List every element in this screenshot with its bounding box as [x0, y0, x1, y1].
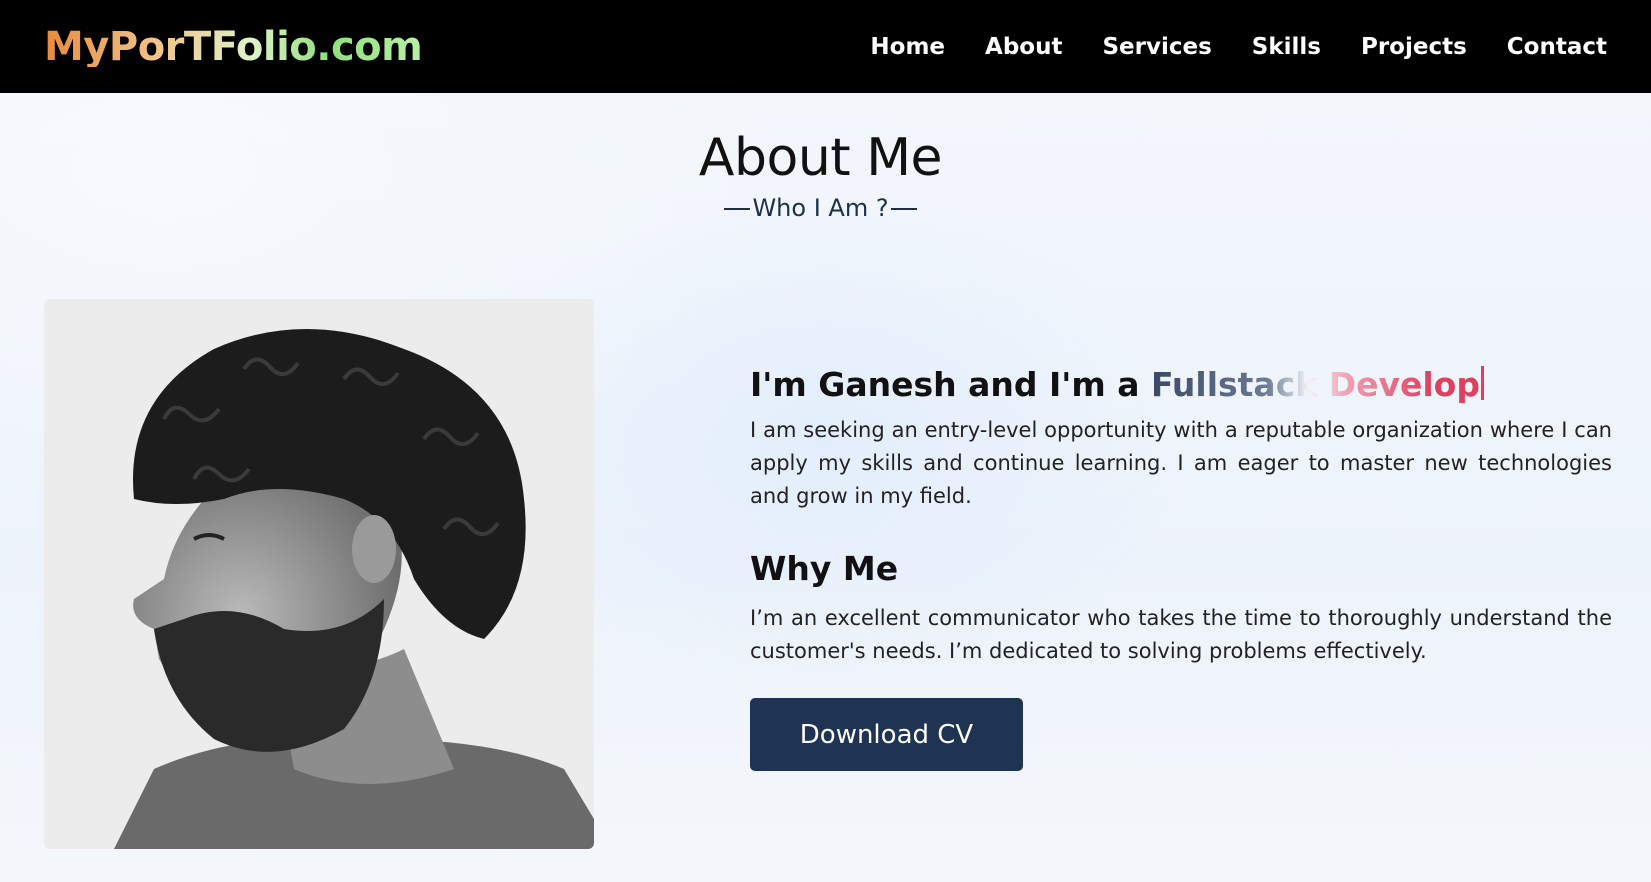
intro-prefix: I'm Ganesh and I'm a — [750, 365, 1151, 404]
section-subtitle: Who I Am ? — [0, 194, 1646, 222]
subtitle-dash-right — [890, 208, 917, 210]
nav-home[interactable]: Home — [870, 34, 945, 60]
main-nav: Home About Services Skills Projects Cont… — [870, 34, 1607, 60]
subtitle-dash-left — [724, 208, 751, 210]
typing-cursor — [1480, 366, 1484, 400]
page-title: About Me — [698, 128, 943, 188]
subtitle-text: Who I Am ? — [752, 194, 889, 222]
site-logo[interactable]: MyPorTFolio.com — [44, 27, 423, 67]
why-me-heading: Why Me — [750, 549, 899, 588]
nav-contact[interactable]: Contact — [1507, 34, 1607, 60]
about-description: I am seeking an entry-level opportunity … — [750, 418, 1612, 508]
profile-photo — [44, 299, 594, 849]
top-navbar: MyPorTFolio.com Home About Services Skil… — [0, 0, 1651, 93]
nav-projects[interactable]: Projects — [1361, 34, 1467, 60]
nav-skills[interactable]: Skills — [1252, 34, 1321, 60]
section-heading: About Me Who I Am ? — [0, 128, 1651, 222]
download-cv-button[interactable]: Download CV — [750, 698, 1023, 771]
nav-services[interactable]: Services — [1102, 34, 1211, 60]
nav-about[interactable]: About — [985, 34, 1062, 60]
why-me-text: I’m an excellent communicator who takes … — [750, 606, 1612, 663]
typed-role-text: Fullstack Develop — [1151, 365, 1480, 404]
profile-photo-illustration — [44, 299, 594, 849]
intro-heading: I'm Ganesh and I'm a Fullstack Develop — [750, 365, 1612, 404]
about-content: I'm Ganesh and I'm a Fullstack Develop I… — [750, 365, 1612, 771]
